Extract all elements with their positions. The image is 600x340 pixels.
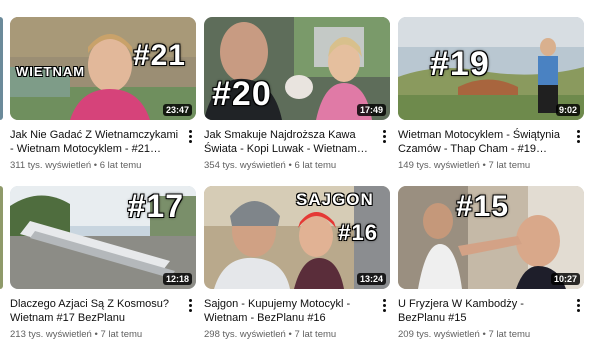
video-thumbnail[interactable]: WIETNAM #21 23:47: [10, 17, 196, 120]
partial-thumbnail-edge: [0, 186, 3, 289]
video-duration: 17:49: [356, 104, 386, 116]
kebab-menu-icon[interactable]: [572, 128, 584, 144]
video-thumbnail[interactable]: #17 12:18: [10, 186, 196, 289]
video-card[interactable]: SAJGON #16 13:24 Sajgon - Kupujemy Motoc…: [204, 186, 390, 340]
video-card[interactable]: #19 9:02 Wietman Motocyklem - Świątynia …: [398, 17, 584, 171]
thumbnail-episode-number: #17: [127, 188, 184, 224]
video-duration: 9:02: [555, 104, 580, 116]
kebab-menu-icon[interactable]: [572, 297, 584, 313]
video-title[interactable]: Dlaczego Azjaci Są Z Kosmosu? Wietnam #1…: [10, 297, 180, 325]
kebab-menu-icon[interactable]: [378, 297, 390, 313]
video-stats: 209 tys. wyświetleń • 7 lat temu: [398, 329, 531, 340]
view-count: 311 tys. wyświetleń: [10, 160, 92, 171]
video-card[interactable]: #17 12:18 Dlaczego Azjaci Są Z Kosmosu? …: [10, 186, 196, 340]
video-card[interactable]: WIETNAM #21 23:47 Jak Nie Gadać Z Wietna…: [10, 17, 196, 171]
view-count: 209 tys. wyświetleń: [398, 329, 480, 340]
thumbnail-episode-number: #19: [430, 45, 490, 83]
kebab-menu-icon[interactable]: [184, 297, 196, 313]
thumbnail-episode-number: #21: [132, 39, 186, 72]
view-count: 298 tys. wyświetleń: [204, 329, 286, 340]
video-stats: 213 tys. wyświetleń • 7 lat temu: [10, 329, 143, 340]
video-stats: 149 tys. wyświetleń • 7 lat temu: [398, 160, 531, 171]
upload-age: 7 lat temu: [294, 329, 337, 340]
video-stats: 311 tys. wyświetleń • 6 lat temu: [10, 160, 142, 171]
video-duration: 12:18: [162, 273, 192, 285]
video-title[interactable]: U Fryzjera W Kambodży - BezPlanu #15: [398, 297, 568, 325]
video-thumbnail[interactable]: #20 17:49: [204, 17, 390, 120]
video-card[interactable]: #20 17:49 Jak Smakuje Najdroższa Kawa Św…: [204, 17, 390, 171]
thumbnail-episode-number: #20: [212, 75, 272, 113]
video-thumbnail[interactable]: #19 9:02: [398, 17, 584, 120]
view-count: 213 tys. wyświetleń: [10, 329, 92, 340]
video-thumbnail[interactable]: SAJGON #16 13:24: [204, 186, 390, 289]
video-duration: 23:47: [162, 104, 192, 116]
upload-age: 7 lat temu: [488, 329, 531, 340]
video-title[interactable]: Wietman Motocyklem - Świątynia Czamów - …: [398, 128, 568, 156]
kebab-menu-icon[interactable]: [184, 128, 196, 144]
thumbnail-tag-text: SAJGON: [296, 190, 374, 209]
video-duration: 10:27: [550, 273, 580, 285]
video-title[interactable]: Jak Smakuje Najdroższa Kawa Świata - Kop…: [204, 128, 374, 156]
partial-thumbnail-edge: [0, 17, 3, 120]
video-stats: 354 tys. wyświetleń • 6 lat temu: [204, 160, 337, 171]
upload-age: 6 lat temu: [294, 160, 337, 171]
video-duration: 13:24: [356, 273, 386, 285]
thumbnail-episode-number: #16: [338, 220, 378, 245]
upload-age: 6 lat temu: [99, 160, 142, 171]
view-count: 354 tys. wyświetleń: [204, 160, 286, 171]
video-title[interactable]: Sajgon - Kupujemy Motocykl - Wietnam - B…: [204, 297, 374, 325]
kebab-menu-icon[interactable]: [378, 128, 390, 144]
video-stats: 298 tys. wyświetleń • 7 lat temu: [204, 329, 337, 340]
thumbnail-episode-number: #15: [456, 190, 510, 223]
video-thumbnail[interactable]: #15 10:27: [398, 186, 584, 289]
thumbnail-tag-text: WIETNAM: [16, 64, 86, 79]
video-card[interactable]: #15 10:27 U Fryzjera W Kambodży - BezPla…: [398, 186, 584, 340]
upload-age: 7 lat temu: [488, 160, 531, 171]
upload-age: 7 lat temu: [100, 329, 143, 340]
view-count: 149 tys. wyświetleń: [398, 160, 480, 171]
video-title[interactable]: Jak Nie Gadać Z Wietnamczykami - Wietnam…: [10, 128, 180, 156]
